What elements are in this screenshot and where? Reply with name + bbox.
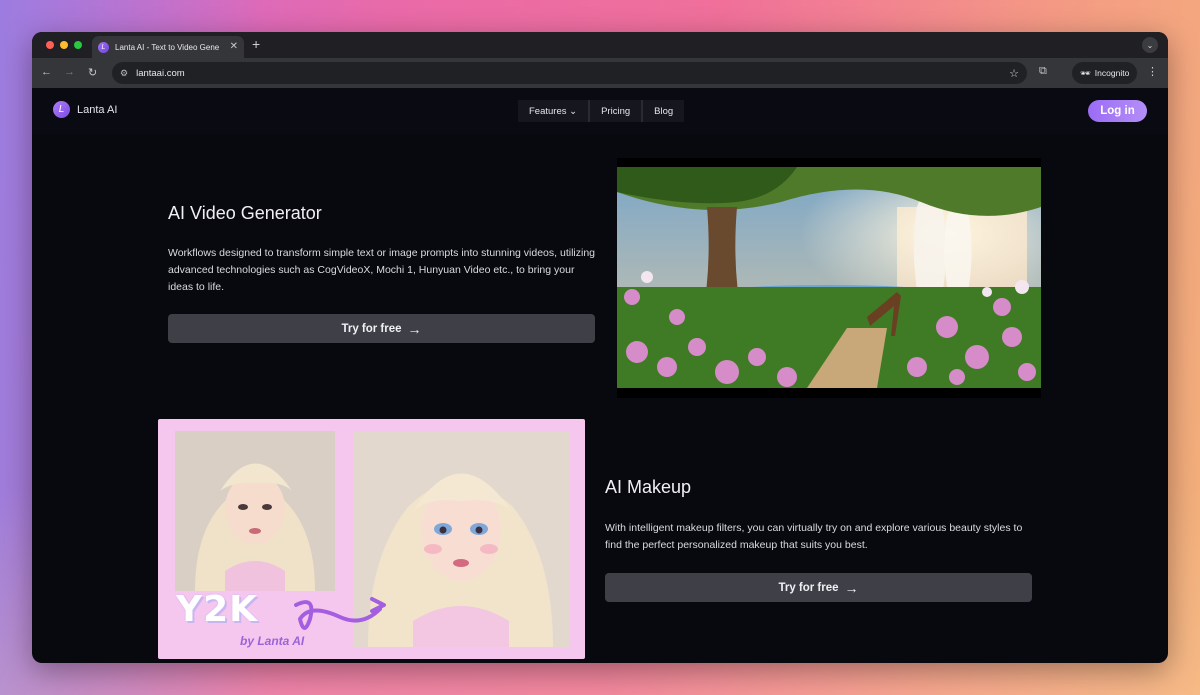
address-bar[interactable]: ⚙ lantaai.com ☆	[112, 62, 1027, 84]
brand-name: Lanta AI	[77, 103, 118, 116]
nav-pricing[interactable]: Pricing	[588, 100, 642, 122]
video-try-free-label: Try for free	[341, 322, 402, 335]
tab-strip: L Lanta AI - Text to Video Gene ✕ + ⌄	[32, 32, 1168, 58]
video-generator-title: AI Video Generator	[168, 203, 322, 223]
nav-blog[interactable]: Blog	[641, 100, 685, 122]
makeup-title: AI Makeup	[605, 477, 692, 497]
forward-arrow-icon[interactable]: →	[64, 66, 75, 78]
arrow-right-icon: →	[844, 579, 859, 596]
maximize-window-button[interactable]	[74, 41, 82, 49]
tab-close-icon[interactable]: ✕	[230, 42, 238, 52]
by-lanta-caption: by Lanta AI	[240, 634, 305, 648]
tab-search-chevron-icon[interactable]: ⌄	[1142, 37, 1158, 53]
before-photo	[175, 431, 335, 591]
y2k-caption: Y2K	[176, 589, 259, 630]
back-arrow-icon[interactable]: ←	[41, 66, 52, 78]
before-portrait-illustration	[175, 431, 335, 591]
url-text[interactable]: lantaai.com	[136, 68, 1001, 79]
reload-icon[interactable]: ↻	[88, 66, 97, 79]
makeup-preview-image: Y2K by Lanta AI	[158, 419, 585, 659]
incognito-icon: 🕶	[1080, 67, 1091, 78]
site-info-icon[interactable]: ⚙	[120, 68, 128, 79]
login-button[interactable]: Log in	[1088, 100, 1147, 122]
video-try-free-button[interactable]: Try for free →	[168, 314, 595, 343]
site-header: L Lanta AI Features ⌄ Pricing Blog Log i…	[32, 88, 1168, 134]
arrow-right-icon: →	[407, 320, 422, 337]
makeup-try-free-label: Try for free	[778, 581, 839, 594]
makeup-try-free-button[interactable]: Try for free →	[605, 573, 1032, 602]
extensions-icon[interactable]: ⧉	[1039, 65, 1047, 78]
favicon-icon: L	[98, 41, 109, 53]
video-preview-image	[617, 158, 1041, 398]
video-generator-description: Workflows designed to transform simple t…	[168, 247, 595, 293]
minimize-window-button[interactable]	[60, 41, 68, 49]
menu-kebab-icon[interactable]: ⋮	[1147, 65, 1158, 78]
incognito-badge[interactable]: 🕶 Incognito	[1072, 62, 1138, 84]
close-window-button[interactable]	[46, 41, 54, 49]
garden-scene-illustration	[617, 167, 1041, 388]
new-tab-button[interactable]: +	[252, 37, 260, 51]
browser-tab[interactable]: L Lanta AI - Text to Video Gene ✕	[92, 36, 244, 58]
browser-toolbar: ← → ↻ ⚙ lantaai.com ☆ ⧉ 🕶 Incognito ⋮	[32, 58, 1168, 88]
tab-title: Lanta AI - Text to Video Gene	[115, 42, 220, 52]
brand-logo-icon: L	[53, 101, 70, 118]
brand-link[interactable]: L Lanta AI	[53, 101, 117, 118]
makeup-description: With intelligent makeup filters, you can…	[605, 522, 1023, 551]
incognito-label: Incognito	[1094, 68, 1130, 78]
main-nav: Features ⌄ Pricing Blog	[518, 100, 685, 122]
star-icon[interactable]: ☆	[1009, 67, 1019, 80]
window-controls	[46, 41, 82, 49]
browser-window: L Lanta AI - Text to Video Gene ✕ + ⌄ ← …	[32, 32, 1168, 663]
nav-features[interactable]: Features ⌄	[518, 100, 589, 122]
transform-arrow-icon	[294, 597, 386, 630]
